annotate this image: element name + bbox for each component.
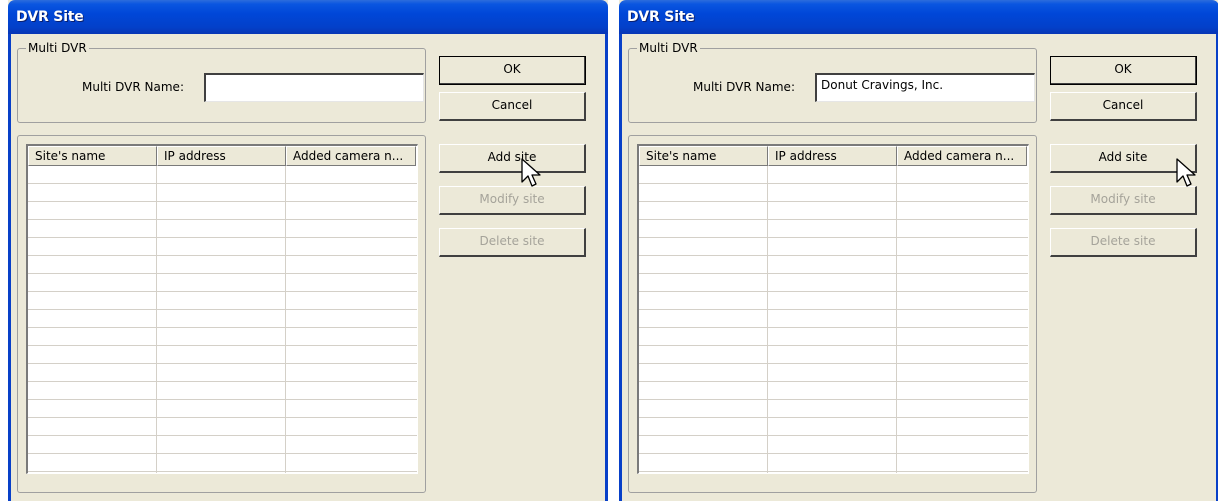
column-header-ip-address[interactable]: IP address bbox=[157, 146, 286, 166]
list-item[interactable] bbox=[28, 256, 417, 274]
delete-site-button[interactable]: Delete site bbox=[1050, 228, 1197, 257]
list-item[interactable] bbox=[28, 328, 417, 346]
multi-dvr-name-input[interactable]: Donut Cravings, Inc. bbox=[815, 73, 1035, 102]
sites-list[interactable]: Site's name IP address Added camera n... bbox=[637, 144, 1029, 474]
list-item[interactable] bbox=[28, 202, 417, 220]
sites-list[interactable]: Site's name IP address Added camera n... bbox=[26, 144, 418, 474]
dvr-site-dialog-1: DVR Site Multi DVR Multi DVR Name: Site'… bbox=[8, 0, 608, 501]
list-item[interactable] bbox=[28, 166, 417, 184]
list-item[interactable] bbox=[28, 382, 417, 400]
window-frame-right bbox=[605, 34, 608, 501]
list-item[interactable] bbox=[28, 238, 417, 256]
list-item[interactable] bbox=[28, 274, 417, 292]
window-frame-left bbox=[8, 34, 11, 501]
list-item[interactable] bbox=[28, 184, 417, 202]
list-item[interactable] bbox=[639, 292, 1028, 310]
add-site-button[interactable]: Add site bbox=[439, 144, 586, 173]
multi-dvr-name-label: Multi DVR Name: bbox=[82, 80, 184, 94]
list-item[interactable] bbox=[639, 184, 1028, 202]
list-item[interactable] bbox=[639, 310, 1028, 328]
column-header-sites-name[interactable]: Site's name bbox=[28, 146, 157, 166]
group-label: Multi DVR bbox=[637, 41, 700, 55]
multi-dvr-group: Multi DVR Multi DVR Name: Donut Cravings… bbox=[628, 41, 1037, 123]
list-item[interactable] bbox=[639, 418, 1028, 436]
column-header-added-camera[interactable]: Added camera n... bbox=[897, 146, 1027, 166]
list-item[interactable] bbox=[28, 220, 417, 238]
list-item[interactable] bbox=[28, 292, 417, 310]
list-item[interactable] bbox=[639, 256, 1028, 274]
list-item[interactable] bbox=[28, 400, 417, 418]
list-item[interactable] bbox=[639, 454, 1028, 472]
list-item[interactable] bbox=[28, 436, 417, 454]
list-item[interactable] bbox=[639, 202, 1028, 220]
group-label: Multi DVR bbox=[26, 41, 89, 55]
window-frame-left bbox=[619, 34, 622, 501]
dvr-site-dialog-2: DVR Site Multi DVR Multi DVR Name: Donut… bbox=[619, 0, 1218, 501]
ok-button[interactable]: OK bbox=[1050, 56, 1197, 85]
title-bar[interactable]: DVR Site bbox=[8, 0, 608, 34]
multi-dvr-name-label: Multi DVR Name: bbox=[693, 80, 795, 94]
list-item[interactable] bbox=[639, 238, 1028, 256]
window-title: DVR Site bbox=[16, 9, 84, 25]
list-item[interactable] bbox=[639, 166, 1028, 184]
list-item[interactable] bbox=[28, 418, 417, 436]
list-item[interactable] bbox=[639, 328, 1028, 346]
list-header: Site's name IP address Added camera n... bbox=[639, 146, 1028, 166]
cancel-button[interactable]: Cancel bbox=[1050, 92, 1197, 121]
list-item[interactable] bbox=[639, 436, 1028, 454]
column-header-ip-address[interactable]: IP address bbox=[768, 146, 897, 166]
multi-dvr-group: Multi DVR Multi DVR Name: bbox=[17, 41, 426, 123]
list-item[interactable] bbox=[639, 274, 1028, 292]
list-item[interactable] bbox=[28, 364, 417, 382]
list-item[interactable] bbox=[639, 220, 1028, 238]
modify-site-button[interactable]: Modify site bbox=[439, 186, 586, 215]
window-title: DVR Site bbox=[627, 9, 695, 25]
column-header-sites-name[interactable]: Site's name bbox=[639, 146, 768, 166]
add-site-button[interactable]: Add site bbox=[1050, 144, 1197, 173]
list-item[interactable] bbox=[28, 454, 417, 472]
list-header: Site's name IP address Added camera n... bbox=[28, 146, 417, 166]
column-header-added-camera[interactable]: Added camera n... bbox=[286, 146, 416, 166]
list-item[interactable] bbox=[28, 346, 417, 364]
list-item[interactable] bbox=[639, 382, 1028, 400]
title-bar[interactable]: DVR Site bbox=[619, 0, 1218, 34]
delete-site-button[interactable]: Delete site bbox=[439, 228, 586, 257]
modify-site-button[interactable]: Modify site bbox=[1050, 186, 1197, 215]
list-item[interactable] bbox=[639, 346, 1028, 364]
list-item[interactable] bbox=[639, 364, 1028, 382]
list-item[interactable] bbox=[28, 310, 417, 328]
cancel-button[interactable]: Cancel bbox=[439, 92, 586, 121]
multi-dvr-name-input[interactable] bbox=[204, 73, 424, 102]
list-item[interactable] bbox=[639, 400, 1028, 418]
ok-button[interactable]: OK bbox=[439, 56, 586, 85]
